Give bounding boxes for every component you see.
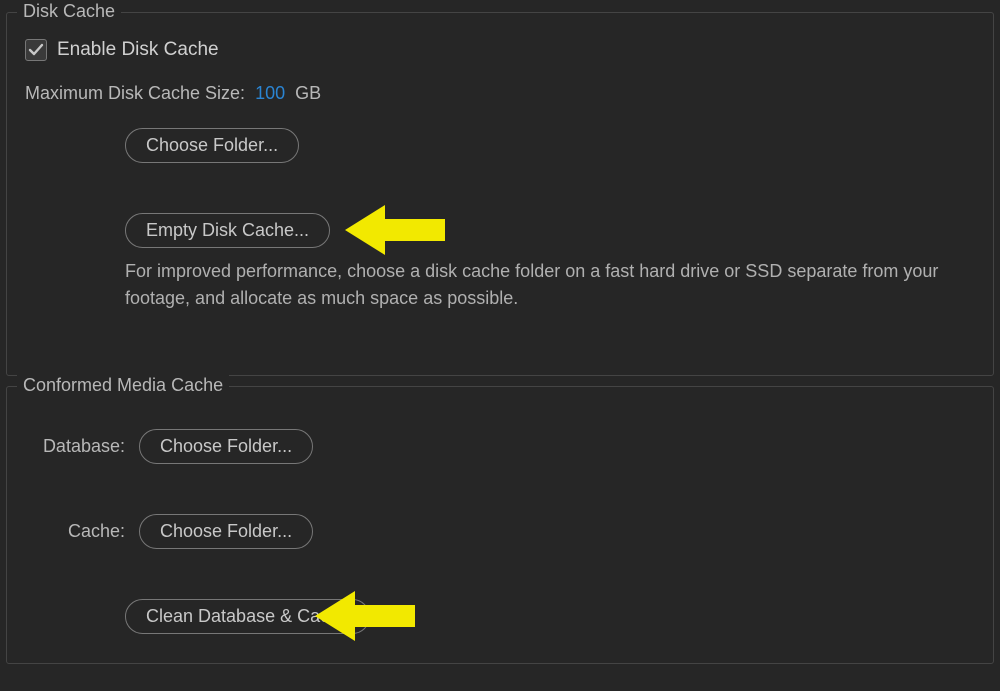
max-cache-size-label: Maximum Disk Cache Size: <box>25 83 245 104</box>
cache-label: Cache: <box>25 521 125 542</box>
enable-disk-cache-row: Enable Disk Cache <box>25 39 975 61</box>
cache-choose-folder-button[interactable]: Choose Folder... <box>139 514 313 549</box>
disk-cache-section: Disk Cache Enable Disk Cache Maximum Dis… <box>6 12 994 376</box>
database-row: Database: Choose Folder... <box>25 429 975 464</box>
checkmark-icon <box>28 42 44 58</box>
enable-disk-cache-label: Enable Disk Cache <box>57 39 219 61</box>
disk-cache-title: Disk Cache <box>17 1 121 22</box>
disk-cache-help-text: For improved performance, choose a disk … <box>125 258 955 312</box>
conformed-media-section: Conformed Media Cache Database: Choose F… <box>6 386 994 664</box>
max-cache-size-unit: GB <box>295 83 321 104</box>
database-label: Database: <box>25 436 125 457</box>
database-choose-folder-button[interactable]: Choose Folder... <box>139 429 313 464</box>
empty-disk-cache-button[interactable]: Empty Disk Cache... <box>125 213 330 248</box>
cache-row: Cache: Choose Folder... <box>25 514 975 549</box>
max-cache-size-row: Maximum Disk Cache Size: 100 GB <box>25 83 975 104</box>
conformed-media-title: Conformed Media Cache <box>17 375 229 396</box>
max-cache-size-value[interactable]: 100 <box>255 83 285 104</box>
clean-database-cache-button[interactable]: Clean Database & Cache <box>125 599 370 634</box>
choose-folder-button[interactable]: Choose Folder... <box>125 128 299 163</box>
enable-disk-cache-checkbox[interactable] <box>25 39 47 61</box>
